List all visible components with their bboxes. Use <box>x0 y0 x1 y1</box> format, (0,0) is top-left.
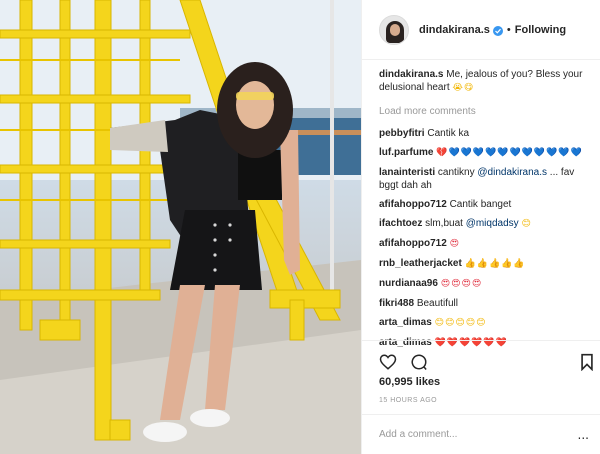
mention-link[interactable]: @miqdadsy <box>466 218 519 229</box>
add-comment-bar: ... <box>362 414 600 454</box>
post-caption: dindakirana.s Me, jealous of you? Bless … <box>379 68 593 95</box>
comment-author[interactable]: lanainteristi <box>379 167 435 178</box>
comment-text: slm,buat @miqdadsy <box>425 218 519 229</box>
comment-text: Cantik banget <box>449 199 512 210</box>
comment-item: afifahoppo712 😍 <box>379 237 593 251</box>
comment-item: rnb_leatherjacket 👍👍👍👍👍 <box>379 257 593 271</box>
comment-item: nurdianaa96 😍😍😍😍 <box>379 277 593 291</box>
following-button[interactable]: Following <box>515 24 566 36</box>
post-photo[interactable] <box>0 0 361 454</box>
post-side-panel: dindakirana.s • Following dindakirana.s … <box>361 0 600 454</box>
action-bar <box>362 340 600 380</box>
caption-author[interactable]: dindakirana.s <box>379 69 443 80</box>
post-timestamp[interactable]: 15 HOURS AGO <box>379 397 437 404</box>
comment-item: afifahoppo712 Cantik banget <box>379 198 593 211</box>
comment-emoji: 💔💙💙💙💙💙💙💙💙💙💙💙 <box>436 148 583 158</box>
comment-author[interactable]: rnb_leatherjacket <box>379 258 462 269</box>
caption-emoji: 😭😋 <box>452 83 475 93</box>
comment-rows: pebbyfitri Cantik ka luf.parfume 💔💙💙💙💙💙💙💙… <box>379 127 593 350</box>
header-separator: • <box>506 23 511 36</box>
comment-text: Cantik ka <box>427 128 470 139</box>
comment-emoji: 😍 <box>449 239 460 249</box>
heart-icon[interactable] <box>379 353 397 371</box>
comment-text: Beautifull <box>416 298 458 309</box>
comment-item: lanainteristi cantikny @dindakirana.s ..… <box>379 166 593 192</box>
comment-emoji: 😍😍😍😍 <box>440 279 483 289</box>
post-header: dindakirana.s • Following <box>362 0 600 60</box>
comment-item: arta_dimas 😊😊😊😊😊 <box>379 316 593 330</box>
more-options-icon[interactable]: ... <box>578 428 589 442</box>
instagram-post: dindakirana.s • Following dindakirana.s … <box>0 0 600 454</box>
comment-author[interactable]: pebbyfitri <box>379 128 425 139</box>
comment-item: pebbyfitri Cantik ka <box>379 127 593 140</box>
bookmark-icon[interactable] <box>580 353 594 371</box>
verified-badge-icon <box>492 25 503 36</box>
comment-author[interactable]: afifahoppo712 <box>379 199 447 210</box>
comment-item: fikri488 Beautifull <box>379 297 593 310</box>
comment-emoji: 👍👍👍👍👍 <box>464 259 526 269</box>
mention-link[interactable]: @dindakirana.s <box>477 167 547 178</box>
comment-author[interactable]: arta_dimas <box>379 317 432 328</box>
comment-author[interactable]: luf.parfume <box>379 147 433 158</box>
header-username[interactable]: dindakirana.s <box>419 24 490 36</box>
comment-author[interactable]: afifahoppo712 <box>379 238 447 249</box>
comment-item: luf.parfume 💔💙💙💙💙💙💙💙💙💙💙💙 <box>379 146 593 160</box>
add-comment-input[interactable] <box>379 429 569 440</box>
likes-count[interactable]: 60,995 likes <box>379 376 440 388</box>
comment-author[interactable]: nurdianaa96 <box>379 278 438 289</box>
avatar[interactable] <box>379 14 409 45</box>
load-more-comments-link[interactable]: Load more comments <box>379 105 593 118</box>
photo-illustration <box>0 0 361 454</box>
comment-emoji: 😊😊😊😊😊 <box>434 318 487 328</box>
comment-author[interactable]: fikri488 <box>379 298 414 309</box>
comment-emoji: 😊 <box>521 219 532 229</box>
comment-item: ifachtoez slm,buat @miqdadsy 😊 <box>379 217 593 231</box>
comments-list: dindakirana.s Me, jealous of you? Bless … <box>379 68 593 356</box>
comment-author[interactable]: ifachtoez <box>379 218 422 229</box>
comment-icon[interactable] <box>410 353 428 371</box>
